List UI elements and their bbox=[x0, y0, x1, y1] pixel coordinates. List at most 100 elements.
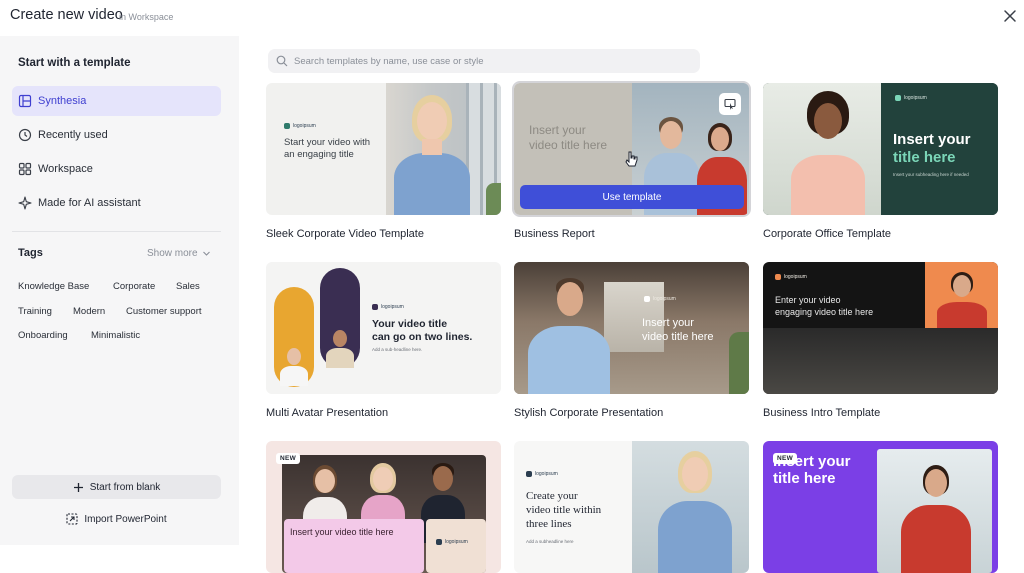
search-icon bbox=[276, 55, 288, 67]
close-icon bbox=[1004, 10, 1016, 22]
tag-minimalistic[interactable]: Minimalistic bbox=[91, 330, 140, 341]
new-badge: NEW bbox=[773, 453, 798, 464]
avatar-man bbox=[324, 328, 356, 368]
dialog-subtitle: in Workspace bbox=[119, 12, 174, 22]
thumb-subtitle: Insert your subheading here if needed bbox=[893, 172, 969, 177]
thumb-title: Enter your video engaging video title her… bbox=[775, 295, 874, 317]
search-bar[interactable] bbox=[268, 49, 700, 73]
template-thumbnail[interactable]: logoipsum Insert your title here Insert y… bbox=[763, 83, 998, 215]
template-card-new-2[interactable]: logoipsum Create your video title within t… bbox=[514, 441, 749, 573]
thumb-logo: logoipsum bbox=[436, 539, 468, 545]
tag-knowledge-base[interactable]: Knowledge Base bbox=[18, 281, 89, 292]
search-input[interactable] bbox=[294, 55, 684, 67]
template-card-new-3[interactable]: Insert your title here NEW bbox=[763, 441, 998, 573]
template-thumbnail[interactable]: logoipsum Insert your video title here bbox=[514, 262, 749, 394]
thumb-title: Insert your video title here bbox=[642, 317, 714, 343]
sidebar-item-label: Made for AI assistant bbox=[38, 197, 141, 209]
logo-box bbox=[426, 519, 486, 573]
sidebar-item-ai-assistant[interactable]: Made for AI assistant bbox=[12, 188, 221, 218]
thumb-title: Your video title can go on two lines. bbox=[372, 318, 473, 343]
sidebar-item-label: Synthesia bbox=[38, 95, 87, 107]
plant-decor bbox=[486, 183, 501, 215]
template-label: Corporate Office Template bbox=[763, 228, 891, 240]
template-card-multi-avatar[interactable]: logoipsum Your video title can go on two … bbox=[266, 262, 501, 419]
sidebar-item-label: Recently used bbox=[38, 129, 108, 141]
close-button[interactable] bbox=[1000, 6, 1020, 26]
thumb-logo: logoipsum bbox=[526, 471, 558, 477]
template-thumbnail[interactable]: Insert your video title here Use template bbox=[512, 81, 751, 217]
sidebar-heading: Start with a template bbox=[18, 57, 131, 69]
thumb-logo: logoipsum bbox=[775, 274, 807, 280]
preview-button[interactable] bbox=[719, 93, 741, 115]
template-thumbnail[interactable]: logoipsum Create your video title within t… bbox=[514, 441, 749, 573]
new-badge: NEW bbox=[276, 453, 301, 464]
sidebar-divider bbox=[12, 231, 221, 232]
thumb-title: Create your video title within three lines bbox=[526, 490, 602, 530]
template-label: Business Report bbox=[514, 228, 595, 240]
template-thumbnail[interactable]: Insert your video title here logoipsum N… bbox=[266, 441, 501, 573]
avatar-woman bbox=[931, 272, 993, 328]
cursor-icon bbox=[625, 151, 638, 167]
plus-icon bbox=[73, 482, 83, 492]
avatar-woman bbox=[783, 91, 873, 215]
layout-icon bbox=[18, 94, 32, 108]
template-thumbnail[interactable]: logoipsum Your video title can go on two … bbox=[266, 262, 501, 394]
sidebar-item-synthesia[interactable]: Synthesia bbox=[12, 86, 221, 116]
template-card-business-report[interactable]: Insert your video title here Use template… bbox=[512, 81, 751, 240]
template-thumbnail[interactable]: logoipsum Enter your video engaging video… bbox=[763, 262, 998, 394]
tag-modern[interactable]: Modern bbox=[73, 306, 105, 317]
template-card-stylish-corporate[interactable]: logoipsum Insert your video title here St… bbox=[514, 262, 749, 419]
sidebar-item-recently-used[interactable]: Recently used bbox=[12, 120, 221, 150]
template-label: Stylish Corporate Presentation bbox=[514, 407, 664, 419]
office-background bbox=[763, 328, 998, 394]
plant-decor bbox=[729, 332, 749, 394]
thumb-title: Start your video with an engaging title bbox=[284, 137, 371, 160]
template-label: Multi Avatar Presentation bbox=[266, 407, 389, 419]
thumb-subtitle: Add a sub-headline here. bbox=[372, 347, 423, 352]
tag-sales[interactable]: Sales bbox=[176, 281, 200, 292]
preview-icon bbox=[724, 98, 736, 110]
avatar-woman bbox=[893, 465, 983, 573]
import-icon bbox=[66, 513, 78, 525]
import-powerpoint-label: Import PowerPoint bbox=[84, 513, 167, 525]
thumb-title: Insert your title here bbox=[893, 131, 971, 166]
tag-customer-support[interactable]: Customer support bbox=[126, 306, 202, 317]
start-from-blank-button[interactable]: Start from blank bbox=[12, 475, 221, 499]
thumb-logo: logoipsum bbox=[284, 123, 316, 129]
avatar-woman bbox=[278, 346, 310, 386]
sidebar-item-workspace[interactable]: Workspace bbox=[12, 154, 221, 184]
import-powerpoint-button[interactable]: Import PowerPoint bbox=[12, 509, 221, 529]
template-card-new-1[interactable]: Insert your video title here logoipsum N… bbox=[266, 441, 501, 573]
template-label: Sleek Corporate Video Template bbox=[266, 228, 424, 240]
avatar-woman bbox=[376, 95, 486, 215]
sidebar: Start with a template Synthesia Recently… bbox=[0, 36, 239, 545]
dialog-header: Create new video in Workspace bbox=[0, 0, 1024, 36]
avatar-man bbox=[524, 278, 614, 394]
show-more-button[interactable]: Show more bbox=[147, 248, 211, 259]
thumb-title: Insert your video title here bbox=[290, 527, 394, 537]
tag-onboarding[interactable]: Onboarding bbox=[18, 330, 68, 341]
avatar-woman bbox=[644, 451, 744, 573]
clock-icon bbox=[18, 128, 32, 142]
show-more-label: Show more bbox=[147, 248, 198, 259]
template-card-business-intro[interactable]: logoipsum Enter your video engaging video… bbox=[763, 262, 998, 419]
sidebar-item-label: Workspace bbox=[38, 163, 93, 175]
chevron-down-icon bbox=[202, 251, 210, 256]
template-card-sleek-corporate[interactable]: logoipsum Start your video with an engagi… bbox=[266, 83, 501, 240]
thumb-logo: logoipsum bbox=[644, 296, 676, 302]
thumb-title: Insert your video title here bbox=[529, 123, 608, 152]
tags-heading: Tags bbox=[18, 247, 43, 259]
tag-training[interactable]: Training bbox=[18, 306, 52, 317]
template-card-corporate-office[interactable]: logoipsum Insert your title here Insert y… bbox=[763, 83, 998, 240]
tag-corporate[interactable]: Corporate bbox=[113, 281, 155, 292]
thumb-logo: logoipsum bbox=[372, 304, 404, 310]
template-label: Business Intro Template bbox=[763, 407, 881, 419]
dialog-title: Create new video bbox=[10, 7, 123, 23]
use-template-button[interactable]: Use template bbox=[520, 185, 744, 209]
template-thumbnail[interactable]: Insert your title here NEW bbox=[763, 441, 998, 573]
thumb-subtitle: Add a subheadline here bbox=[526, 539, 574, 544]
grid-icon bbox=[18, 162, 32, 176]
template-thumbnail[interactable]: logoipsum Start your video with an engagi… bbox=[266, 83, 501, 215]
start-from-blank-label: Start from blank bbox=[89, 481, 161, 493]
thumb-logo: logoipsum bbox=[895, 95, 927, 101]
